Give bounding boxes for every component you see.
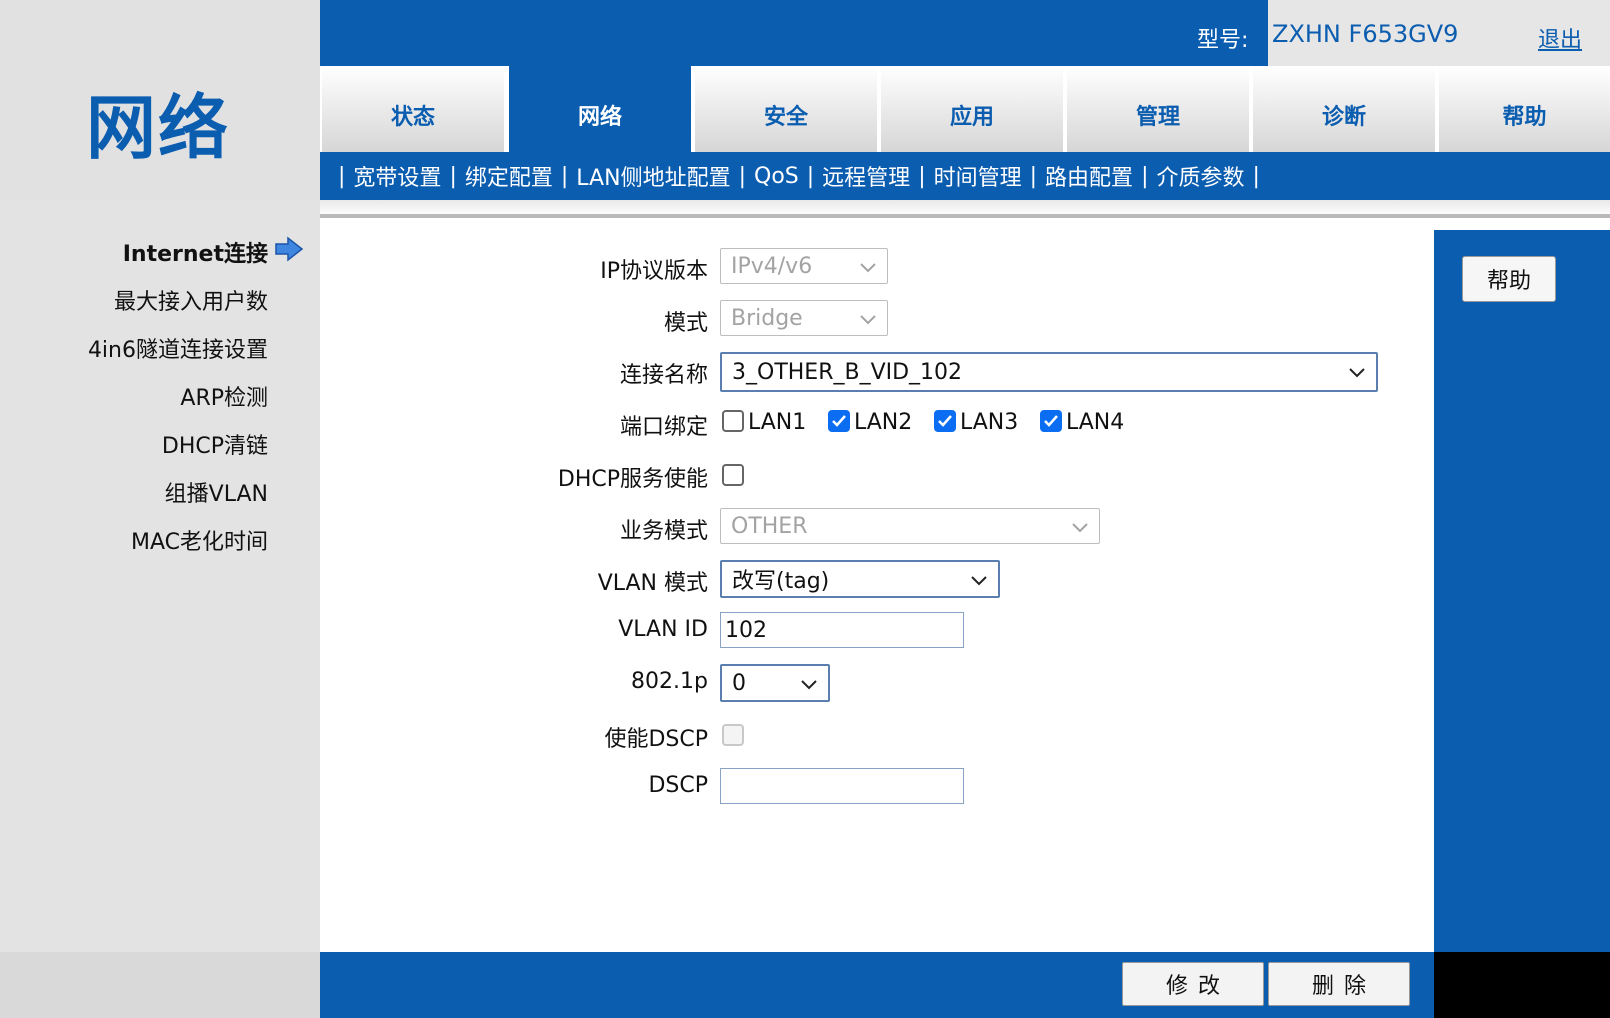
tab-diagnosis[interactable]: 诊断 (1251, 66, 1435, 152)
model-value: ZXHN F653GV9 (1272, 20, 1459, 48)
sidebar-item-multicast-vlan[interactable]: 组播VLAN (165, 476, 268, 508)
chevron-down-icon (859, 257, 877, 282)
sidebar-footer (0, 952, 320, 1018)
enable-dscp-label: 使能DSCP (604, 727, 708, 752)
tab-status[interactable]: 状态 (320, 66, 504, 152)
sub-nav-separator: | (338, 163, 346, 189)
mode-select[interactable]: Bridge (720, 300, 888, 336)
lan1-label: LAN1 (748, 410, 807, 435)
service-mode-label: 业务模式 (619, 519, 708, 544)
ip-version-label: IP协议版本 (600, 259, 708, 284)
chevron-down-icon (1071, 517, 1089, 542)
delete-button[interactable]: 删除 (1268, 962, 1410, 1006)
sub-nav-broadband[interactable]: 宽带设置 (353, 160, 441, 192)
vlan-mode-label: VLAN 模式 (597, 571, 708, 596)
dot1p-select[interactable]: 0 (720, 664, 830, 702)
lan4-label: LAN4 (1066, 410, 1125, 435)
chevron-down-icon (970, 570, 988, 595)
sidebar-item-dhcp-clear[interactable]: DHCP清链 (162, 428, 268, 460)
tab-help[interactable]: 帮助 (1437, 66, 1610, 152)
chevron-down-icon (1348, 362, 1366, 387)
sub-nav-remote-management[interactable]: 远程管理 (822, 160, 910, 192)
content-divider (320, 214, 1610, 218)
sub-nav-separator: | (1029, 163, 1038, 189)
lan2-checkbox[interactable] (828, 410, 850, 432)
footer-right (1434, 952, 1610, 1018)
tab-network[interactable]: 网络 (507, 66, 691, 152)
chevron-down-icon (800, 674, 818, 699)
footer-bar (320, 952, 1434, 1018)
sidebar-item-mac-aging[interactable]: MAC老化时间 (131, 524, 268, 556)
lan3-label: LAN3 (960, 410, 1019, 435)
vlan-mode-select[interactable]: 改写(tag) (720, 560, 1000, 598)
tab-application[interactable]: 应用 (879, 66, 1063, 152)
chevron-down-icon (859, 309, 877, 334)
sub-nav-qos[interactable]: QoS (754, 164, 799, 189)
dscp-input[interactable] (720, 768, 964, 804)
dot1p-value: 0 (732, 670, 746, 696)
sub-nav-time-management[interactable]: 时间管理 (934, 160, 1022, 192)
sub-nav-separator: | (918, 163, 926, 189)
sidebar-item-4in6-tunnel[interactable]: 4in6隧道连接设置 (88, 332, 268, 364)
sub-nav-lan-address[interactable]: LAN侧地址配置 (576, 160, 730, 192)
ip-version-select[interactable]: IPv4/v6 (720, 248, 888, 284)
ip-version-value: IPv4/v6 (731, 253, 813, 279)
sub-nav: | 宽带设置 | 绑定配置 | LAN侧地址配置 | QoS | 远程管理 | … (320, 152, 1610, 200)
lan4-checkbox[interactable] (1040, 410, 1062, 432)
lan1-checkbox[interactable] (722, 410, 744, 432)
lan2-label: LAN2 (854, 410, 913, 435)
sub-nav-separator: | (1141, 163, 1149, 189)
dhcp-service-checkbox[interactable] (722, 464, 744, 486)
dot1p-label: 802.1p (631, 669, 708, 694)
sub-nav-separator: | (1252, 163, 1260, 189)
sub-nav-separator: | (560, 163, 569, 189)
logout-link[interactable]: 退出 (1538, 22, 1582, 54)
arrow-right-icon (274, 236, 304, 266)
service-mode-value: OTHER (731, 513, 808, 539)
modify-button[interactable]: 修改 (1122, 962, 1264, 1006)
vlan-id-label: VLAN ID (618, 617, 708, 642)
sidebar-item-arp[interactable]: ARP检测 (180, 380, 268, 412)
mode-label: 模式 (663, 311, 708, 336)
sub-nav-separator: | (449, 163, 457, 189)
tab-management[interactable]: 管理 (1065, 66, 1249, 152)
enable-dscp-checkbox[interactable] (722, 724, 744, 746)
service-mode-select[interactable]: OTHER (720, 508, 1100, 544)
sidebar-item-max-users[interactable]: 最大接入用户数 (114, 284, 268, 316)
sidebar-item-internet[interactable]: Internet连接 (123, 236, 268, 268)
sub-nav-media-params[interactable]: 介质参数 (1156, 160, 1244, 192)
connection-name-select[interactable]: 3_OTHER_B_VID_102 (720, 352, 1378, 392)
tab-security[interactable]: 安全 (693, 66, 877, 152)
sub-nav-routing[interactable]: 路由配置 (1045, 160, 1133, 192)
vlan-mode-value: 改写(tag) (732, 569, 830, 594)
model-label: 型号: (1197, 28, 1249, 53)
vlan-id-input[interactable]: 102 (720, 612, 964, 648)
connection-name-label: 连接名称 (619, 363, 708, 388)
dhcp-service-label: DHCP服务使能 (557, 467, 708, 492)
right-panel (1434, 230, 1610, 952)
lan3-checkbox[interactable] (934, 410, 956, 432)
connection-name-value: 3_OTHER_B_VID_102 (732, 359, 963, 385)
mode-value: Bridge (731, 305, 803, 331)
dscp-label: DSCP (648, 773, 708, 798)
section-title: 网络 (86, 87, 230, 169)
sub-nav-binding[interactable]: 绑定配置 (465, 160, 553, 192)
sub-nav-separator: | (738, 163, 746, 189)
port-binding-label: 端口绑定 (619, 415, 708, 440)
help-button[interactable]: 帮助 (1462, 256, 1556, 302)
sub-nav-separator: | (806, 163, 815, 189)
